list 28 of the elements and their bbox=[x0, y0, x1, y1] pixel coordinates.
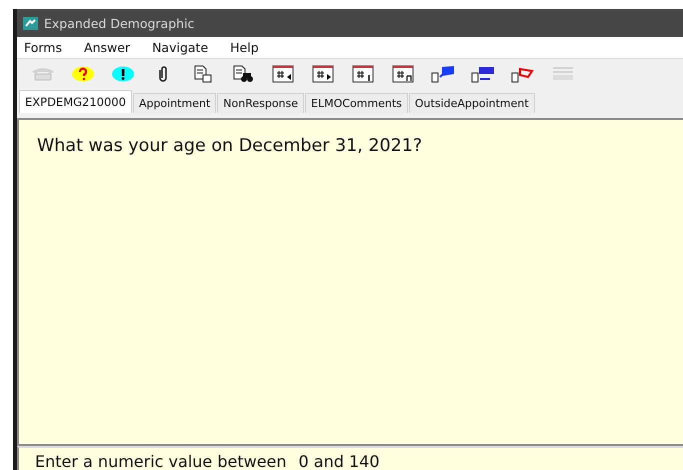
document-icon bbox=[193, 65, 213, 83]
flag-icon bbox=[470, 65, 496, 83]
tab[interactable]: ELMOComments bbox=[305, 93, 408, 113]
tab[interactable]: Appointment bbox=[132, 93, 216, 113]
flag-icon bbox=[430, 65, 456, 83]
question-text: What was your age on December 31, 2021? bbox=[37, 136, 424, 156]
field-next-icon bbox=[312, 64, 334, 84]
status-hint: Enter a numeric value between bbox=[35, 453, 287, 470]
field-first-icon bbox=[352, 64, 374, 84]
binoculars-icon bbox=[232, 65, 254, 83]
menu-item[interactable]: Answer bbox=[84, 40, 130, 55]
tab[interactable]: OutsideAppointment bbox=[408, 93, 535, 113]
field-back-icon bbox=[272, 64, 294, 84]
menu-item[interactable]: Help bbox=[230, 40, 259, 55]
menu-item[interactable]: Navigate bbox=[152, 40, 208, 55]
alert-icon bbox=[111, 66, 135, 82]
lines-icon bbox=[552, 66, 574, 82]
telephone-icon bbox=[30, 67, 56, 81]
status-range: 0 and 140 bbox=[298, 453, 380, 470]
flag-icon bbox=[510, 65, 536, 83]
paperclip-icon bbox=[157, 65, 169, 83]
window-title: Expanded Demographic bbox=[44, 16, 194, 30]
menu-item[interactable]: Forms bbox=[24, 40, 62, 55]
tab[interactable]: NonResponse bbox=[217, 93, 304, 113]
help-icon bbox=[71, 66, 95, 82]
tab[interactable]: EXPDEMG210000 bbox=[19, 90, 132, 113]
field-last-icon bbox=[392, 64, 414, 84]
app-icon bbox=[23, 16, 38, 30]
